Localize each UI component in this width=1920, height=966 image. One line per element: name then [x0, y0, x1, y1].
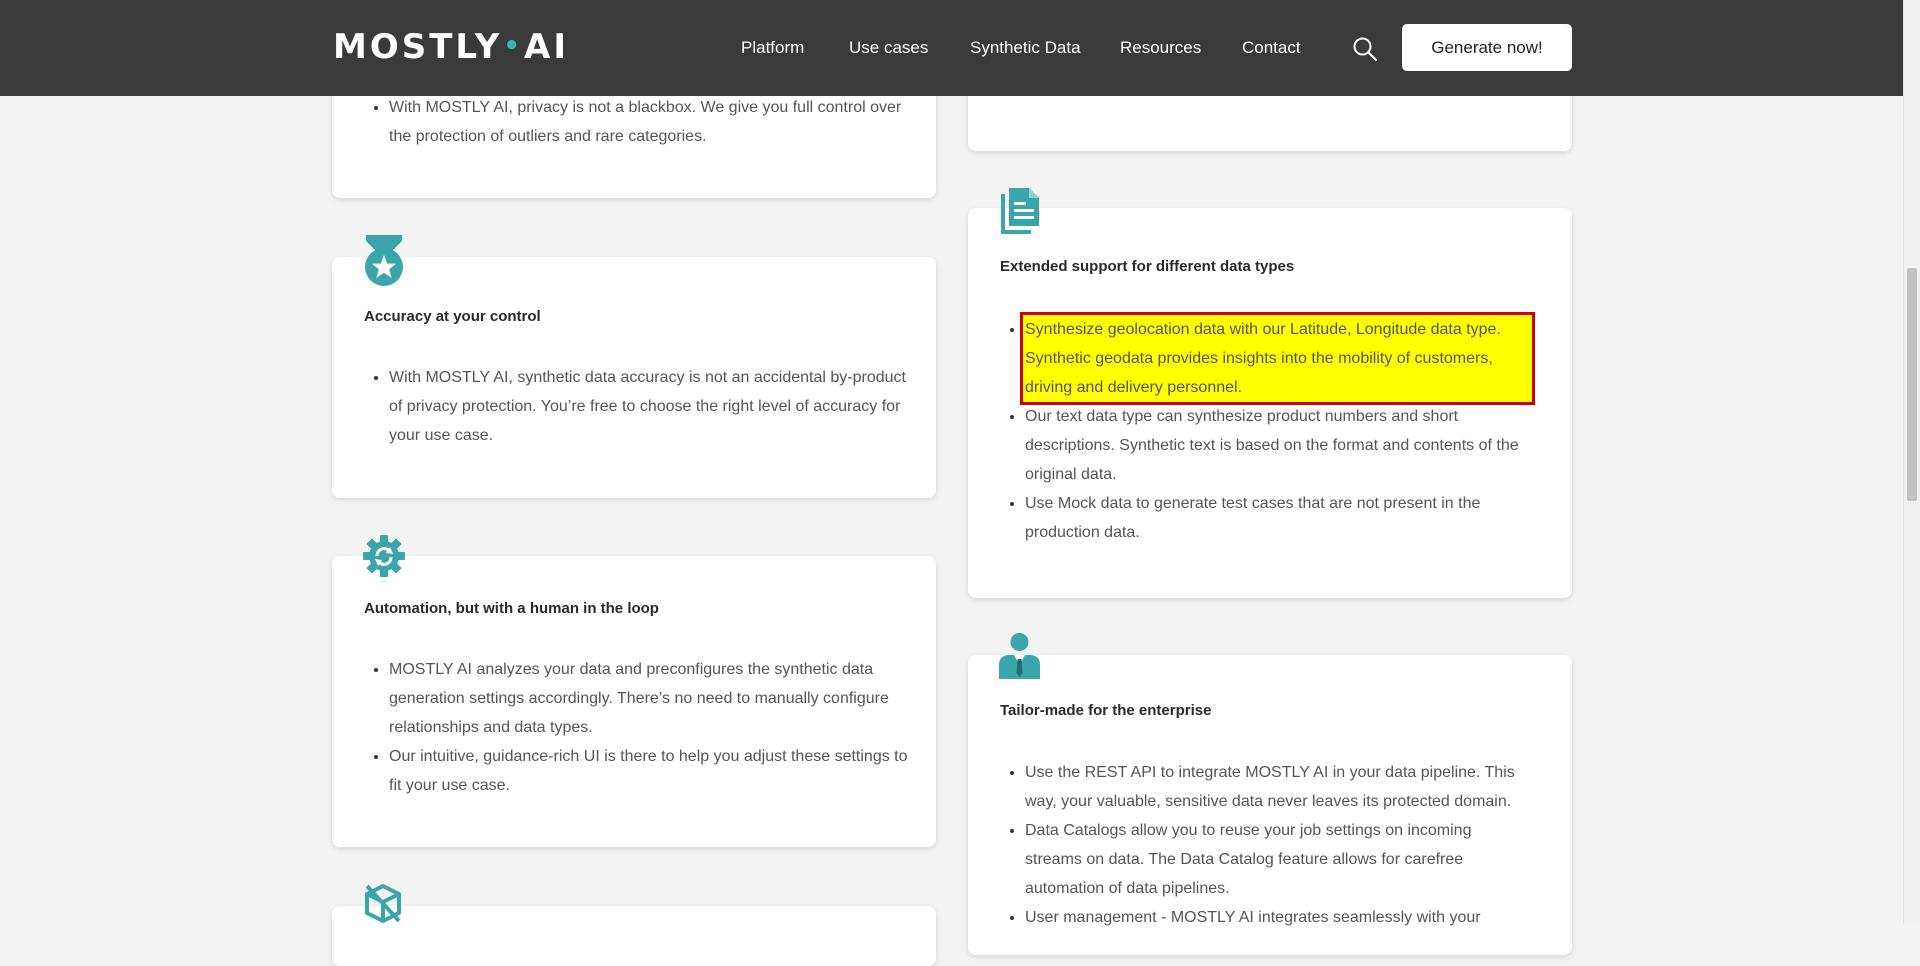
nav-contact[interactable]: Contact — [1242, 38, 1301, 58]
scrollbar-thumb[interactable] — [1907, 268, 1917, 501]
privacy-bullets: With MOSTLY AI, privacy is not a blackbo… — [364, 93, 915, 151]
medal-icon — [365, 235, 403, 286]
data-types-card: Extended support for different data type… — [968, 208, 1572, 598]
businessman-icon — [999, 633, 1040, 679]
enterprise-card: Tailor-made for the enterprise Use the R… — [968, 655, 1572, 955]
search-icon[interactable] — [1352, 36, 1378, 62]
document-icon — [1001, 188, 1039, 234]
enterprise-bullets: Use the REST API to integrate MOSTLY AI … — [1025, 758, 1532, 932]
list-item: With MOSTLY AI, synthetic data accuracy … — [389, 363, 915, 450]
card-title: Automation, but with a human in the loop — [364, 600, 659, 617]
list-item: Use Mock data to generate test cases tha… — [1025, 489, 1532, 547]
automation-card: MOSTLY AI analyzes your data and preconf… — [332, 556, 936, 847]
cube-icon — [365, 884, 401, 923]
list-item: Our text data type can synthesize produc… — [1025, 402, 1532, 489]
automation-bullets: MOSTLY AI analyzes your data and preconf… — [364, 655, 915, 800]
nav-resources[interactable]: Resources — [1120, 38, 1201, 58]
accuracy-bullets: With MOSTLY AI, synthetic data accuracy … — [364, 363, 915, 450]
list-item: User management - MOSTLY AI integrates s… — [1025, 903, 1532, 932]
card-title: Tailor-made for the enterprise — [1000, 702, 1212, 719]
accuracy-card: With MOSTLY AI, synthetic data accuracy … — [332, 257, 936, 498]
next-card — [332, 906, 936, 966]
data-types-bullets: Synthesize geolocation data with our Lat… — [1020, 312, 1535, 547]
list-item: With MOSTLY AI, privacy is not a blackbo… — [389, 93, 915, 151]
list-item: Synthesize geolocation data with our Lat… — [1020, 312, 1535, 405]
list-item: Data Catalogs allow you to reuse your jo… — [1025, 816, 1532, 903]
generate-now-button[interactable]: Generate now! — [1402, 24, 1572, 71]
highlighted-text: Synthesize geolocation data with our Lat… — [1020, 312, 1535, 405]
top-navigation-bar: MOSTLY•AI Platform Use cases Synthetic D… — [0, 0, 1903, 96]
card-title: Extended support for different data type… — [1000, 258, 1295, 275]
list-item: MOSTLY AI analyzes your data and preconf… — [389, 655, 915, 742]
card-title: Accuracy at your control — [364, 308, 541, 325]
list-item: Use the REST API to integrate MOSTLY AI … — [1025, 758, 1532, 816]
page-scrollbar[interactable] — [1903, 0, 1920, 924]
list-item: Our intuitive, guidance-rich UI is there… — [389, 742, 915, 800]
nav-platform[interactable]: Platform — [741, 38, 804, 58]
nav-synthetic-data[interactable]: Synthetic Data — [970, 38, 1081, 58]
mostly-ai-logo[interactable]: MOSTLY•AI — [333, 30, 569, 64]
gear-icon — [363, 535, 405, 577]
nav-use-cases[interactable]: Use cases — [849, 38, 928, 58]
